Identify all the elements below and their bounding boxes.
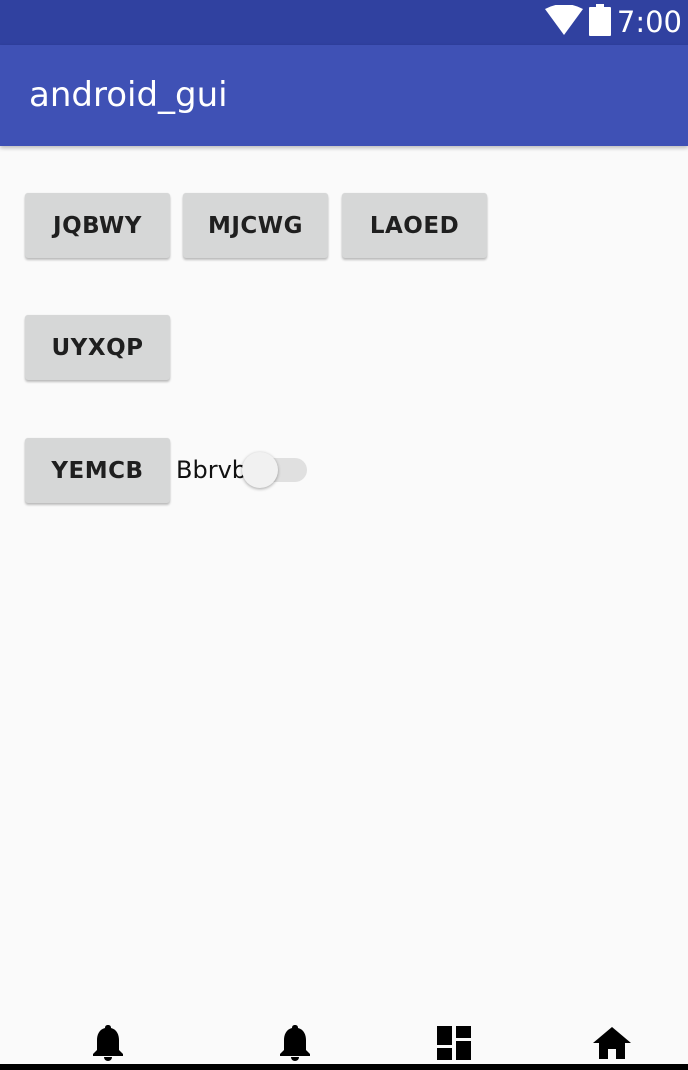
uyxqp-button[interactable]: UYXQP <box>25 315 170 380</box>
switch-label: Bbrvb <box>176 456 248 484</box>
bell-icon <box>280 1025 310 1061</box>
dashboard-icon <box>437 1026 471 1060</box>
app-title: android_gui <box>29 75 228 115</box>
mjcwg-button[interactable]: MJCWG <box>183 193 328 258</box>
bottom-edge <box>0 1064 688 1070</box>
laoed-button[interactable]: LAOED <box>342 193 487 258</box>
yemcb-button[interactable]: YEMCB <box>25 438 170 503</box>
jqbwy-button[interactable]: JQBWY <box>25 193 170 258</box>
nav-bell-icon-1[interactable] <box>88 1023 128 1063</box>
app-bar: android_gui <box>0 45 688 146</box>
nav-bell-icon-2[interactable] <box>275 1023 315 1063</box>
bottom-nav <box>0 1015 688 1065</box>
wifi-icon <box>544 4 583 40</box>
nav-dashboard-icon[interactable] <box>434 1023 474 1063</box>
bell-icon <box>93 1025 123 1061</box>
switch-thumb[interactable] <box>242 452 278 488</box>
home-icon <box>593 1027 631 1059</box>
nav-home-icon[interactable] <box>592 1023 632 1063</box>
status-time: 7:00 <box>616 5 682 39</box>
status-icons: 7:00 <box>544 0 682 45</box>
battery-icon <box>588 4 611 41</box>
status-bar: 7:00 <box>0 0 688 45</box>
